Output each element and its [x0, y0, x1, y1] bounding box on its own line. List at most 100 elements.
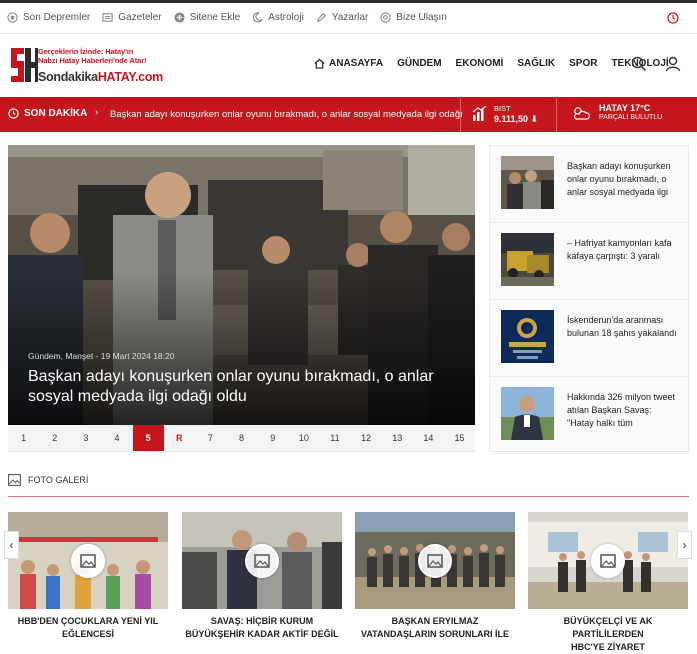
photo-icon: [245, 544, 279, 578]
gallery-caption-line2: BÜYÜKŞEHİR KADAR AKTİF DEĞİL: [185, 629, 339, 639]
photo-icon: [418, 544, 452, 578]
gallery-caption: SAVAŞ: HİÇBİR KURUM BÜYÜKŞEHİR KADAR AKT…: [182, 615, 342, 641]
bist-widget[interactable]: BIST 9.111,50 ⬇: [472, 104, 538, 124]
logo-tagline-line1: Gerçeklerin İzinde: Hatay'ın: [38, 47, 134, 56]
breaking-label-text: SON DAKİKA: [24, 108, 88, 119]
pager-item[interactable]: 3: [70, 425, 101, 451]
news-thumbnail: [501, 310, 554, 363]
nav-item-anasayfa[interactable]: ANASAYFA: [314, 58, 383, 69]
top-link-son-depremler[interactable]: Son Depremler: [7, 12, 90, 23]
side-news-item[interactable]: Hakkında 326 milyon tweet atılan Başkan …: [490, 377, 690, 454]
moon-icon: [253, 12, 263, 23]
bist-value: 9.111,50 ⬇: [494, 114, 539, 124]
top-link-bize-ulasin[interactable]: Bize Ulaşın: [380, 12, 447, 23]
pager-item[interactable]: 10: [288, 425, 319, 451]
divider: [556, 97, 557, 132]
top-link-sitene-ekle[interactable]: Sitene Ekle: [174, 12, 241, 23]
pager-item[interactable]: 7: [195, 425, 226, 451]
logo-tagline: Gerçeklerin İzinde: Hatay'ın Nabzı Hatay…: [38, 47, 147, 65]
pager-item[interactable]: 15: [444, 425, 475, 451]
side-news-item[interactable]: Başkan adayı konuşurken onlar oyunu bıra…: [490, 146, 690, 223]
gallery-heading-text: FOTO GALERİ: [28, 475, 89, 485]
search-icon[interactable]: [631, 56, 647, 72]
site-header: Gerçeklerin İzinde: Hatay'ın Nabzı Hatay…: [0, 34, 697, 97]
pen-icon: [316, 13, 326, 23]
bist-label: BIST: [494, 104, 511, 113]
pager-item[interactable]: 1: [8, 425, 39, 451]
top-link-yazarlar[interactable]: Yazarlar: [316, 12, 369, 23]
top-bar: Son Depremler Gazeteler Sitene Ekle Astr…: [0, 0, 697, 34]
weather-text: HATAY 17°C PARÇALI BULUTLU: [599, 103, 662, 123]
breaking-label: SON DAKİKA: [8, 108, 87, 119]
pin-icon: [7, 12, 18, 23]
divider: [460, 97, 461, 132]
weather-city: HATAY 17°C: [599, 103, 651, 113]
home-icon: [314, 58, 325, 69]
pager-item[interactable]: 9: [257, 425, 288, 451]
gallery-card[interactable]: BAŞKAN ERYILMAZ VATANDAŞLARIN SORUNLARI …: [355, 512, 515, 641]
top-link-label: Son Depremler: [23, 12, 91, 23]
pager-item[interactable]: 8: [226, 425, 257, 451]
side-news-title: Hakkında 326 milyon tweet atılan Başkan …: [567, 392, 676, 428]
plus-circle-icon: [174, 12, 185, 23]
headline-slider[interactable]: Gündem, Manşet - 19 Mart 2024 18:20 Başk…: [8, 145, 475, 425]
gallery-card[interactable]: BÜYÜKÇELÇİ VE AK PARTİLİLERDEN HBC'YE Zİ…: [528, 512, 688, 652]
top-link-label: Yazarlar: [331, 12, 369, 23]
weather-desc: PARÇALI BULUTLU: [599, 114, 663, 121]
news-thumbnail: [501, 233, 554, 286]
at-icon: [380, 12, 391, 23]
news-thumbnail: [501, 387, 554, 440]
breaking-news-bar: SON DAKİKA › Başkan adayı konuşurken onl…: [0, 97, 697, 132]
user-icon[interactable]: [665, 56, 681, 72]
side-news-item[interactable]: İskenderun'da aranması bulunan 18 şahıs …: [490, 300, 690, 377]
nav-item-gundem[interactable]: GÜNDEM: [397, 58, 441, 69]
top-link-label: Gazeteler: [118, 12, 162, 23]
pager-item[interactable]: 13: [382, 425, 413, 451]
top-link-label: Bize Ulaşın: [396, 12, 447, 23]
gallery-caption-line2: VATANDAŞLARIN SORUNLARI İLE: [361, 629, 509, 639]
top-link-label: Sitene Ekle: [189, 12, 241, 23]
side-news-item[interactable]: – Hafriyat kamyonları kafa kafaya çarpış…: [490, 223, 690, 300]
pager-item[interactable]: 12: [351, 425, 382, 451]
slider-pager: 1 2 3 4 5 R 7 8 9 10 11 12 13 14 15: [8, 425, 475, 452]
gallery-heading: FOTO GALERİ: [8, 474, 88, 486]
image-icon: [8, 474, 21, 486]
pager-item[interactable]: 11: [319, 425, 350, 451]
logo-tagline-line2: Nabzı Hatay Haberleri'nde Atar!: [38, 56, 147, 65]
photo-icon: [591, 544, 625, 578]
pager-item-ad[interactable]: R: [164, 425, 195, 451]
top-link-astroloji[interactable]: Astroloji: [252, 12, 304, 23]
slider-title[interactable]: Başkan adayı konuşurken onlar oyunu bıra…: [28, 367, 458, 407]
pager-item[interactable]: 4: [101, 425, 132, 451]
cloud-sun-icon: [574, 107, 591, 120]
nav-item-spor[interactable]: SPOR: [569, 58, 597, 69]
top-link-gazeteler[interactable]: Gazeteler: [102, 12, 162, 23]
gallery-caption: BÜYÜKÇELÇİ VE AK PARTİLİLERDEN HBC'YE Zİ…: [528, 615, 688, 654]
clock-icon[interactable]: [667, 12, 679, 24]
breaking-separator: ›: [95, 107, 99, 118]
nav-item-saglik[interactable]: SAĞLIK: [517, 58, 555, 69]
side-news-list: Başkan adayı konuşurken onlar oyunu bıra…: [489, 145, 690, 454]
logo-brand: SondakikaHATAY.com: [38, 70, 163, 84]
photo-icon: [71, 544, 105, 578]
pager-item-active[interactable]: 5: [132, 425, 164, 451]
gallery-caption: BAŞKAN ERYILMAZ VATANDAŞLARIN SORUNLARI …: [355, 615, 515, 641]
gallery-card[interactable]: SAVAŞ: HİÇBİR KURUM BÜYÜKŞEHİR KADAR AKT…: [182, 512, 342, 641]
gallery-caption-line1: BAŞKAN ERYILMAZ: [391, 616, 479, 626]
breaking-headline[interactable]: Başkan adayı konuşurken onlar oyunu bıra…: [110, 109, 463, 120]
side-news-title: Başkan adayı konuşurken onlar oyunu bıra…: [567, 161, 671, 197]
pager-item[interactable]: 14: [413, 425, 444, 451]
gallery-card[interactable]: HBB'DEN ÇOCUKLARA YENİ YIL EĞLENCESİ: [8, 512, 168, 641]
bist-text: BIST 9.111,50 ⬇: [494, 104, 538, 124]
weather-widget[interactable]: HATAY 17°C PARÇALI BULUTLU ⌄: [571, 103, 697, 123]
gallery-prev-button[interactable]: ‹: [4, 531, 19, 559]
pager-item[interactable]: 2: [39, 425, 70, 451]
gallery-next-button[interactable]: ›: [677, 531, 692, 559]
side-news-title: İskenderun'da aranması bulunan 18 şahıs …: [567, 315, 677, 338]
nav-item-ekonomi[interactable]: EKONOMİ: [456, 58, 504, 69]
top-link-label: Astroloji: [268, 12, 304, 23]
logo-mark-icon: [11, 48, 38, 82]
site-logo[interactable]: Gerçeklerin İzinde: Hatay'ın Nabzı Hatay…: [8, 42, 163, 90]
top-links: Son Depremler Gazeteler Sitene Ekle Astr…: [7, 12, 459, 23]
gallery-caption-line1: SAVAŞ: HİÇBİR KURUM: [210, 616, 314, 626]
